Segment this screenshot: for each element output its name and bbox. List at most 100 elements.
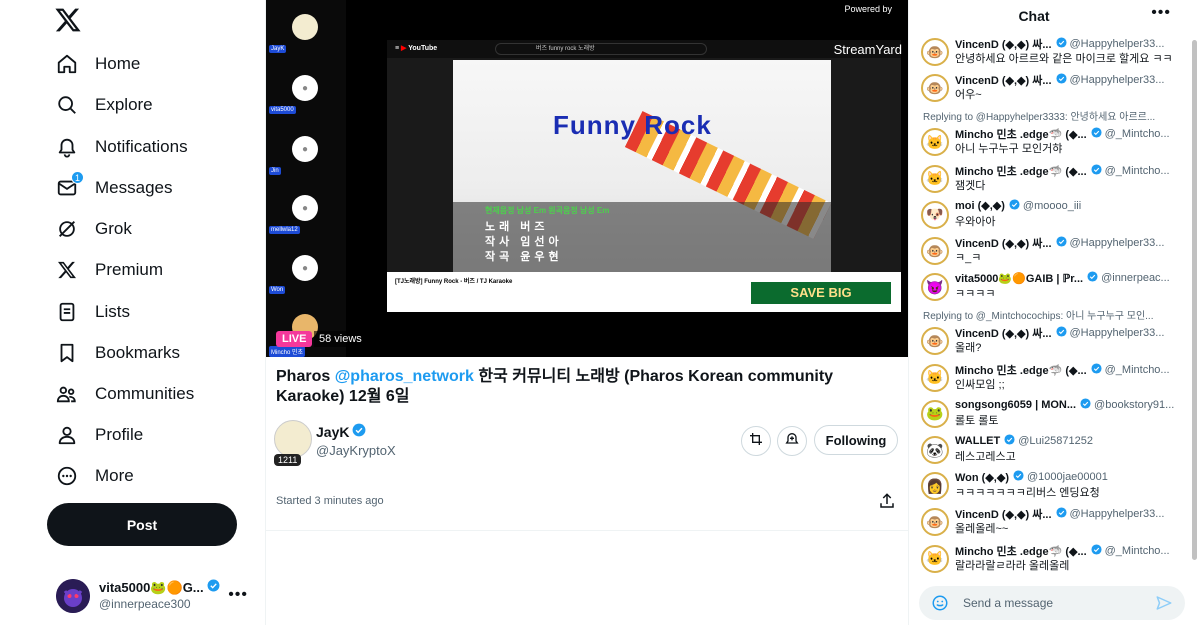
chat-message[interactable]: 🐵 VincenD (◆,◆) 싸... @Happyhelper33... 올래? <box>921 325 1183 359</box>
chat-author-name: songsong6059 | MON... <box>955 398 1077 411</box>
profile-icon <box>54 422 80 448</box>
participant-label: JayK <box>269 45 287 53</box>
x-logo-icon[interactable] <box>54 6 82 34</box>
emoji-icon[interactable] <box>931 594 949 612</box>
post-button[interactable]: Post <box>47 503 237 546</box>
following-button[interactable]: Following <box>814 425 898 455</box>
started-time: Started 3 minutes ago <box>276 495 384 507</box>
verified-badge-icon <box>1080 398 1091 412</box>
host-name-row[interactable]: JayK <box>316 423 366 440</box>
avatar[interactable]: 🐵 <box>921 38 949 66</box>
chat-author-name: moi (◆,◆) <box>955 200 1005 213</box>
chat-message[interactable]: 🐵 VincenD (◆,◆) 싸... @Happyhelper33... 올레올레… <box>921 506 1183 540</box>
chat-message[interactable]: 🐱 Mincho 민초 .edge🦈 (◆... @_Mintcho... 인싸모임 … <box>921 362 1183 396</box>
chat-message-input[interactable] <box>963 594 1143 612</box>
account-text: vita5000🐸🟠G... @innerpeace300 <box>99 579 220 613</box>
avatar[interactable]: 🐱 <box>921 164 949 193</box>
chat-author-handle: @Happyhelper33... <box>1069 38 1165 50</box>
nav-notifications[interactable]: Notifications <box>44 127 188 167</box>
nav-profile[interactable]: Profile <box>44 415 143 455</box>
lyric-line: 작곡 윤우현 <box>485 251 563 263</box>
chat-message[interactable]: 🐵 VincenD (◆,◆) 싸... @Happyhelper33... 안녕하세… <box>921 36 1183 70</box>
avatar[interactable]: 🐱 <box>921 363 949 392</box>
chat-message[interactable]: 🐱 Mincho 민초 .edge🦈 (◆... @_Mintcho... 랄라라랄ㄹ… <box>921 543 1183 577</box>
avatar[interactable]: 🐸 <box>921 399 949 428</box>
avatar[interactable]: 🐵 <box>921 74 949 103</box>
broadcast-video[interactable]: JayK ● vita5000 ● Jin ● mellwla12 ● Won … <box>266 0 908 357</box>
avatar[interactable]: 😈 <box>921 273 949 302</box>
chat-message-text: ㅋㅋㅋㅋ <box>955 288 996 301</box>
host-handle: @JayKryptoX <box>316 443 396 458</box>
verified-badge-icon <box>1013 470 1024 484</box>
chat-message[interactable]: 🐵 VincenD (◆,◆) 싸... @Happyhelper33... ㅋ_ㅋ <box>921 235 1183 269</box>
nav-communities-label: Communities <box>95 384 195 403</box>
avatar[interactable]: 🐵 <box>921 327 949 356</box>
avatar[interactable]: 🐼 <box>921 436 949 464</box>
avatar[interactable]: 👩 <box>921 472 949 501</box>
nav-notifications-label: Notifications <box>95 137 188 156</box>
nav-explore[interactable]: Explore <box>44 85 153 125</box>
chat-scrollbar[interactable] <box>1192 34 1198 574</box>
title-mention-link[interactable]: @pharos_network <box>335 368 474 385</box>
chat-author-row: vita5000🐸🟠GAIB | ℙr... @innerpeac... <box>955 271 1183 285</box>
youtube-video-title: [TJ노래방] Funny Rock - 버즈 / TJ Karaoke <box>395 279 513 285</box>
scrollbar-thumb[interactable] <box>1192 40 1197 560</box>
chat-message[interactable]: 🐸 songsong6059 | MON... @bookstory91... 롤토 … <box>921 398 1183 432</box>
nav-more[interactable]: More <box>44 456 134 496</box>
avatar <box>56 579 90 613</box>
account-switcher[interactable]: vita5000🐸🟠G... @innerpeace300 ••• <box>48 574 258 618</box>
participant-avatar: ● <box>292 75 318 101</box>
nav-premium[interactable]: Premium <box>44 250 163 290</box>
chat-author-row: VincenD (◆,◆) 싸... @Happyhelper33... <box>955 235 1183 251</box>
chat-author-handle: @_Mintcho... <box>1104 363 1170 376</box>
nav-bookmarks-label: Bookmarks <box>95 343 181 362</box>
reply-context: Replying to @_Mintchocochips: 아니 누구누구 모인… <box>923 311 1154 323</box>
chat-author-name: WALLET <box>955 435 1001 447</box>
avatar[interactable]: 🐱 <box>921 544 949 573</box>
home-icon <box>54 51 80 77</box>
karaoke-screen: Funny Rock 현재음정 남성 Em 원곡음정 남성 Em 노래 버즈 작… <box>453 60 831 272</box>
grok-icon <box>54 216 80 242</box>
avatar[interactable]: 🐶 <box>921 200 949 229</box>
chat-message[interactable]: 🐼 WALLET @Lui25871252 레스고레스고 <box>921 434 1183 468</box>
chat-author-name: Won (◆,◆) <box>955 471 1009 484</box>
participant-avatar: ● <box>292 136 318 162</box>
nav-communities[interactable]: Communities <box>44 374 194 414</box>
powered-by-label: Powered by <box>844 4 892 14</box>
nav-bookmarks[interactable]: Bookmarks <box>44 333 180 373</box>
chat-message-text: 레스고레스고 <box>955 451 1016 463</box>
nav-lists[interactable]: Lists <box>44 292 130 332</box>
avatar[interactable] <box>274 420 312 458</box>
notify-button[interactable] <box>777 426 807 456</box>
more-dots-icon[interactable]: ••• <box>1151 4 1171 22</box>
chat-author-row: songsong6059 | MON... @bookstory91... <box>955 398 1183 412</box>
avatar[interactable]: 🐵 <box>921 508 949 537</box>
chat-message[interactable]: 🐵 VincenD (◆,◆) 싸... @Happyhelper33... 어우~ <box>921 72 1183 106</box>
streamyard-logo: StreamYard <box>833 42 902 57</box>
participant-strip: JayK ● vita5000 ● Jin ● mellwla12 ● Won … <box>266 0 346 357</box>
chat-message[interactable]: 🐱 Mincho 민초 .edge🦈 (◆... @_Mintcho... 잼겟다 <box>921 163 1183 197</box>
mail-icon: 1 <box>54 171 84 201</box>
more-dots-icon[interactable]: ••• <box>228 586 248 604</box>
nav-grok[interactable]: Grok <box>44 209 132 249</box>
share-icon[interactable] <box>878 492 896 510</box>
chat-author-row: Won (◆,◆) @1000jae00001 <box>955 470 1183 484</box>
avatar[interactable]: 🐱 <box>921 128 949 157</box>
chat-author-handle: @1000jae00001 <box>1026 471 1108 484</box>
nav-home[interactable]: Home <box>44 44 140 84</box>
avatar[interactable]: 🐵 <box>921 237 949 265</box>
view-count: 58 views <box>314 331 367 347</box>
clip-button[interactable] <box>741 426 771 456</box>
nav-messages[interactable]: 1 Messages <box>44 168 172 208</box>
account-name-row: vita5000🐸🟠G... <box>99 579 220 596</box>
chat-message[interactable]: 👩 Won (◆,◆) @1000jae00001 ㅋㅋㅋㅋㅋㅋㅋ리버스 엔딩요청 <box>921 470 1183 504</box>
chat-author-handle: @innerpeac... <box>1101 272 1170 285</box>
chat-author-handle: @Happyhelper33... <box>1069 74 1165 87</box>
chat-message[interactable]: 😈 vita5000🐸🟠GAIB | ℙr... @innerpeac... ㅋㅋㅋㅋ <box>921 271 1183 305</box>
chat-message[interactable]: 🐶 moi (◆,◆) @moooo_iii 우와아아 <box>921 199 1183 233</box>
send-icon[interactable] <box>1155 594 1173 612</box>
nav-grok-label: Grok <box>95 219 132 238</box>
verified-badge-icon <box>1091 127 1102 141</box>
chat-message[interactable]: 🐱 Mincho 민초 .edge🦈 (◆... @_Mintcho... 아니 누구… <box>921 126 1183 160</box>
chat-input-box <box>919 586 1185 620</box>
